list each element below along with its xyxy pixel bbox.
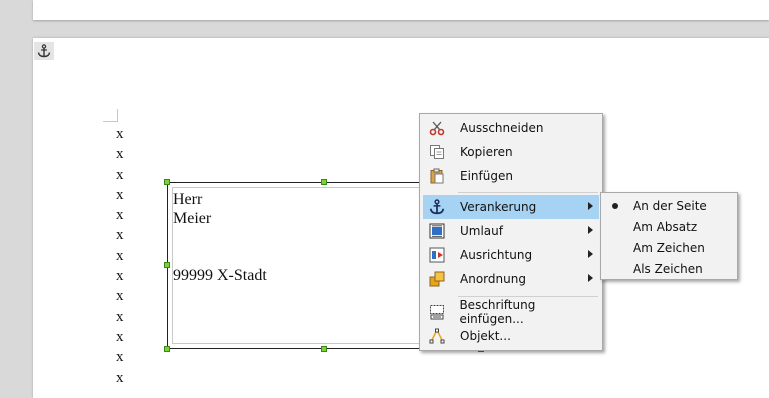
resize-handle-bottom-left[interactable]: [164, 346, 170, 352]
margin-mark: x: [116, 328, 124, 345]
margin-mark: x: [116, 369, 124, 386]
margin-mark: x: [116, 227, 124, 244]
resize-handle-middle-left[interactable]: [164, 262, 170, 268]
anchor-icon: [37, 44, 51, 58]
resize-handle-bottom-middle[interactable]: [321, 346, 327, 352]
submenu-item-label: Am Absatz: [633, 219, 698, 234]
resize-handle-top-left[interactable]: [164, 179, 170, 185]
menu-item-label: Kopieren: [460, 145, 513, 159]
menu-item-label: Einfügen: [460, 169, 513, 183]
object-icon: [428, 327, 446, 345]
menu-item-object[interactable]: Objekt...: [423, 324, 599, 348]
margin-mark: x: [116, 166, 124, 183]
previous-page: [33, 0, 769, 20]
submenu-item-to-page[interactable]: An der Seite: [604, 195, 734, 216]
menu-item-cut[interactable]: Ausschneiden: [423, 116, 599, 140]
submenu-item-as-character[interactable]: Als Zeichen: [604, 258, 734, 279]
address-city: 99999 X-Stadt: [173, 267, 267, 284]
margin-mark: x: [116, 207, 124, 224]
margin-mark: x: [116, 247, 124, 264]
menu-separator: [458, 192, 598, 193]
caption-icon: [428, 303, 445, 321]
anchor-icon: [428, 198, 446, 216]
submenu-arrow-icon: [588, 274, 593, 282]
selected-radio-icon: [612, 202, 618, 209]
margin-mark: x: [116, 186, 124, 203]
margin-marks: x x x x x x x x x x x x x: [116, 124, 130, 388]
address-name: Meier: [173, 210, 212, 227]
menu-item-arrange[interactable]: Anordnung: [423, 267, 599, 291]
copy-icon: [428, 143, 446, 161]
resize-handle-top-middle[interactable]: [321, 179, 327, 185]
menu-item-label: Beschriftung einfügen...: [459, 298, 536, 326]
submenu-item-label: Am Zeichen: [633, 240, 705, 255]
margin-mark: x: [116, 349, 124, 366]
margin-mark: x: [116, 268, 124, 285]
submenu-item-to-paragraph[interactable]: Am Absatz: [604, 216, 734, 237]
margin-mark: x: [116, 126, 124, 142]
margin-mark: x: [116, 288, 124, 305]
menu-item-label: Ausrichtung: [460, 248, 533, 262]
menu-item-wrap[interactable]: Umlauf: [423, 219, 599, 243]
submenu-arrow-icon: [588, 226, 593, 234]
submenu-arrow-icon: [588, 250, 593, 258]
arrange-icon: [428, 270, 446, 288]
menu-item-copy[interactable]: Kopieren: [423, 140, 599, 164]
submenu-item-label: An der Seite: [633, 198, 707, 213]
scissors-icon: [428, 119, 446, 137]
menu-item-label: Umlauf: [460, 224, 503, 238]
wrap-icon: [428, 222, 446, 240]
menu-item-label: Objekt...: [460, 329, 511, 343]
submenu-arrow-icon: [588, 202, 593, 210]
margin-mark: x: [116, 146, 124, 163]
paste-icon: [428, 167, 446, 185]
address-block[interactable]: Herr Meier 99999 X-Stadt: [173, 190, 267, 285]
text-boundary-corner: [103, 109, 118, 122]
menu-item-anchoring[interactable]: Verankerung: [423, 195, 599, 219]
menu-item-insert-caption[interactable]: Beschriftung einfügen...: [423, 298, 599, 326]
menu-item-label: Verankerung: [460, 200, 537, 214]
menu-item-alignment[interactable]: Ausrichtung: [423, 243, 599, 267]
margin-mark: x: [116, 308, 124, 325]
address-salutation: Herr: [173, 191, 203, 208]
menu-item-label: Ausschneiden: [460, 121, 544, 135]
submenu-item-to-character[interactable]: Am Zeichen: [604, 237, 734, 258]
anchoring-submenu: An der Seite Am Absatz Am Zeichen Als Ze…: [600, 192, 738, 280]
align-icon: [428, 246, 446, 264]
context-menu: Ausschneiden Kopieren Einfügen Verankeru…: [419, 113, 603, 351]
menu-item-label: Anordnung: [460, 272, 526, 286]
page-anchor-marker[interactable]: [34, 42, 54, 60]
menu-separator: [458, 296, 598, 297]
submenu-item-label: Als Zeichen: [633, 261, 703, 276]
menu-item-paste[interactable]: Einfügen: [423, 164, 599, 188]
